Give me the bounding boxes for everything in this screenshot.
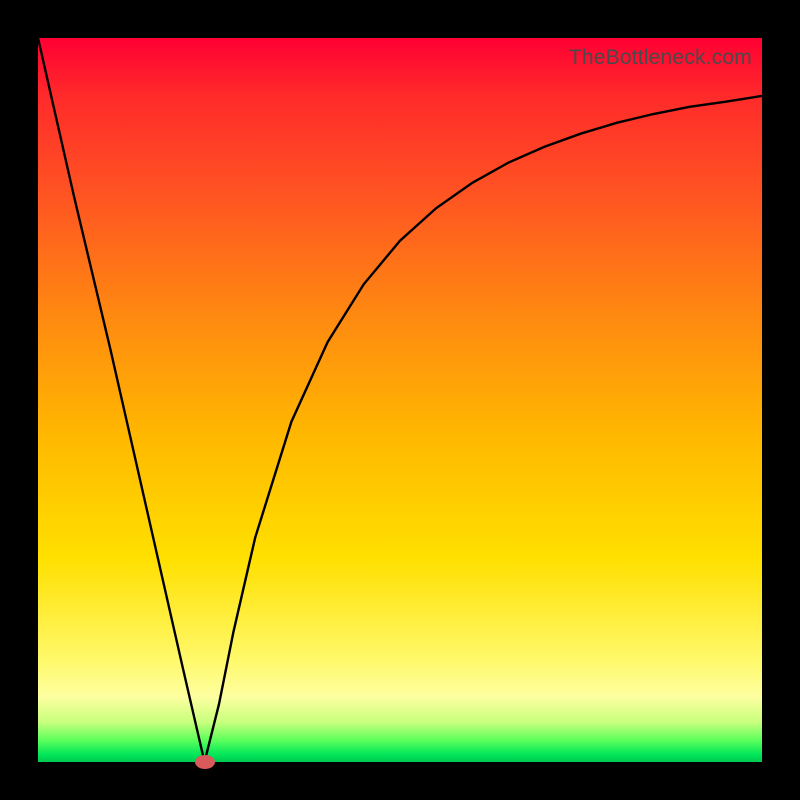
bottleneck-curve-path — [38, 38, 762, 762]
plot-area: TheBottleneck.com — [38, 38, 762, 762]
chart-frame: TheBottleneck.com — [0, 0, 800, 800]
minimum-marker — [195, 755, 215, 769]
curve-svg — [38, 38, 762, 762]
